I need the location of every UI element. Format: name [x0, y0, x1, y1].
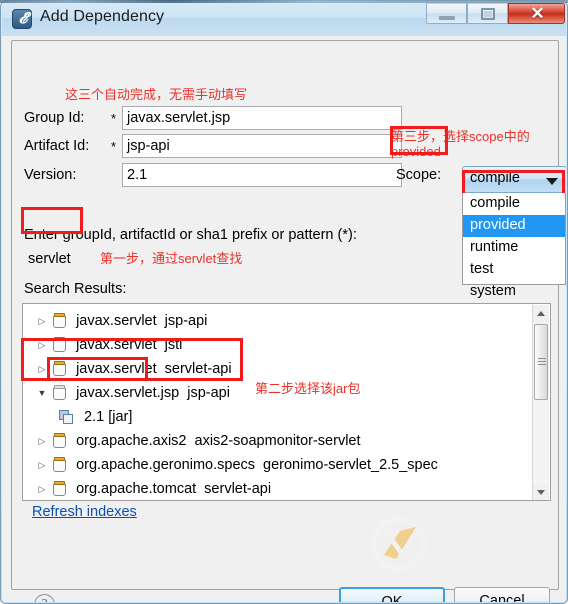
scope-dropdown[interactable]: compile — [462, 166, 566, 193]
dialog-content: 这三个自动完成，无需手动填写 Group Id: * javax.servlet… — [11, 40, 566, 602]
version-icon — [59, 410, 74, 424]
search-results-tree[interactable]: ▷ javax.servlet jsp-api ▷ javax.servlet js… — [22, 303, 551, 501]
close-icon: ✕ — [530, 4, 545, 23]
chevron-down-icon[interactable]: ▼ — [35, 381, 49, 405]
annotation-step3-line2: provided — [391, 144, 441, 159]
chevron-right-icon[interactable]: ▷ — [35, 477, 49, 500]
version-label: Version: — [24, 167, 77, 183]
scrollbar-grip-icon — [538, 358, 546, 365]
result-artifact: geronimo-servlet_2.5_spec — [263, 457, 438, 473]
result-artifact: servlet-api — [164, 361, 232, 377]
group-id-label: Group Id: — [24, 110, 85, 126]
help-button[interactable]: ? — [34, 594, 55, 602]
watermark-mark-icon — [371, 516, 427, 572]
result-artifact: jstl — [164, 337, 183, 353]
table-row[interactable]: ▷ org.apache.geronimo.specs geronimo-serv… — [23, 453, 550, 477]
artifact-id-required-marker: * — [111, 139, 117, 154]
artifact-id-input[interactable]: jsp-api — [122, 134, 402, 158]
close-button[interactable]: ✕ — [508, 3, 565, 24]
chevron-right-icon[interactable]: ▷ — [35, 309, 49, 333]
jar-icon — [53, 481, 67, 496]
scroll-down-icon[interactable] — [533, 484, 549, 500]
group-id-input[interactable]: javax.servlet.jsp — [122, 106, 402, 130]
window-title: Add Dependency — [40, 8, 165, 25]
add-dependency-dialog: 𝓔 Add Dependency ✕ 这三个自动完成，无需手动填写 Group … — [0, 0, 568, 604]
maven-icon-glyph: 𝓔 — [18, 11, 28, 27]
result-version: 2.1 [jar] — [84, 409, 133, 425]
scope-selected-value: compile — [470, 170, 520, 186]
maximize-button[interactable] — [467, 3, 508, 24]
scope-option-provided[interactable]: provided — [463, 215, 565, 237]
table-row[interactable]: ▷ org.apache.axis2 axis2-soapmonitor-serv… — [23, 429, 550, 453]
result-group: org.apache.tomcat — [76, 481, 197, 497]
watermark-subtext: CHUANG XIN HU LIAN — [430, 553, 539, 575]
jar-icon-grey — [53, 385, 67, 400]
table-row-version[interactable]: 2.1 [jar] — [23, 405, 550, 429]
result-artifact: servlet-api — [204, 481, 272, 497]
annotation-step1: 第一步，通过servlet查找 — [100, 251, 243, 266]
jar-icon — [53, 313, 67, 328]
scrollbar-thumb[interactable] — [534, 324, 548, 400]
jar-icon — [53, 337, 67, 352]
scope-option-compile[interactable]: compile — [463, 193, 565, 215]
search-input[interactable]: servlet — [24, 248, 464, 272]
result-group: javax.servlet — [76, 313, 157, 329]
result-artifact: jsp-api — [187, 385, 230, 401]
result-group: org.apache.axis2 — [76, 433, 187, 449]
scope-option-test[interactable]: test — [463, 259, 565, 281]
jar-icon — [53, 361, 67, 376]
artifact-id-label: Artifact Id: — [24, 138, 90, 154]
ok-button[interactable]: OK — [339, 587, 445, 602]
annotation-step3-line1: 第三步，选择scope中的 — [391, 129, 530, 144]
result-artifact: jsp-api — [164, 313, 208, 329]
cancel-button[interactable]: Cancel — [454, 587, 550, 602]
result-group: javax.servlet — [76, 337, 157, 353]
scroll-up-icon[interactable] — [533, 305, 549, 322]
table-row[interactable]: ▷ javax.servlet jsp-api — [23, 309, 550, 333]
jar-icon — [53, 457, 67, 472]
table-row[interactable]: ▷ org.apache.tomcat servlet-api — [23, 477, 550, 500]
chevron-right-icon[interactable]: ▷ — [35, 333, 49, 357]
minimize-icon — [439, 16, 455, 20]
chevron-down-icon — [546, 178, 558, 185]
search-prompt-label: Enter groupId, artifactId or sha1 prefix… — [24, 227, 357, 243]
watermark-logo: 创新互联 CHUANG XIN HU LIAN — [370, 515, 560, 577]
annotation-step2: 第二步选择该jar包 — [255, 381, 361, 396]
result-artifact: axis2-soapmonitor-servlet — [194, 433, 361, 449]
search-results-label: Search Results: — [24, 281, 127, 297]
annotation-auto-fill: 这三个自动完成，无需手动填写 — [65, 87, 248, 102]
jar-icon — [53, 433, 67, 448]
chevron-right-icon[interactable]: ▷ — [35, 357, 49, 381]
title-bar[interactable]: 𝓔 Add Dependency ✕ — [2, 2, 566, 36]
maven-dependency-icon: 𝓔 — [12, 9, 32, 29]
maximize-icon — [481, 8, 495, 20]
scope-label: Scope: — [396, 167, 442, 183]
table-row[interactable]: ▷ javax.servlet jstl — [23, 333, 550, 357]
group-id-required-marker: * — [111, 111, 117, 126]
refresh-indexes-link[interactable]: Refresh indexes — [32, 504, 137, 520]
version-input[interactable]: 2.1 — [122, 163, 402, 187]
desktop-background-sliver — [0, 0, 568, 3]
table-row[interactable]: ▷ javax.servlet servlet-api — [23, 357, 550, 381]
scope-option-runtime[interactable]: runtime — [463, 237, 565, 259]
chevron-right-icon[interactable]: ▷ — [35, 429, 49, 453]
scope-dropdown-list[interactable]: compile provided runtime test system — [462, 193, 566, 299]
scope-option-system[interactable]: system — [463, 281, 565, 303]
result-group: org.apache.geronimo.specs — [76, 457, 256, 473]
minimize-button[interactable] — [426, 3, 467, 24]
tree-scrollbar[interactable] — [532, 305, 549, 500]
result-group: javax.servlet — [76, 361, 157, 377]
chevron-right-icon[interactable]: ▷ — [35, 453, 49, 477]
result-group: javax.servlet.jsp — [76, 385, 180, 401]
